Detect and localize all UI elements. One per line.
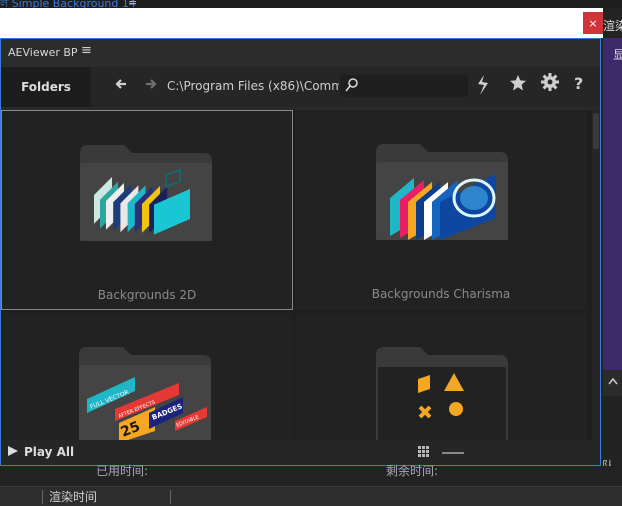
folder-tile[interactable]: Backgrounds Charisma: [295, 110, 587, 310]
render-time-label: 渲染时间: [49, 490, 98, 504]
folder-thumbnail: [376, 347, 508, 440]
search-icon: [345, 77, 359, 97]
panel-title: AEViewer BP: [8, 46, 78, 59]
panel-titlebar: AEViewer BP ≡: [1, 39, 600, 67]
expand-icon[interactable]: [603, 370, 622, 396]
forward-arrow-icon[interactable]: [144, 77, 158, 95]
thumbnail-size-slider[interactable]: [442, 452, 464, 454]
host-side-panel: [603, 38, 622, 370]
host-side-label-2: 显: [613, 48, 622, 62]
folder-grid: Backgrounds 2D Backgrounds Charisma FULL…: [1, 110, 592, 440]
folder-tile[interactable]: Backgrounds 2D: [1, 110, 293, 310]
divider: [170, 490, 171, 504]
panel-menu-icon[interactable]: ≡: [81, 43, 92, 58]
host-side-area: [603, 396, 622, 456]
elapsed-time-label: 已用时间:: [96, 464, 149, 478]
play-all-button[interactable]: Play All: [24, 445, 74, 459]
aeviewer-panel: AEViewer BP ≡ Folders C:\Program Files (…: [0, 38, 601, 466]
folder-tile[interactable]: [295, 313, 587, 440]
folder-thumbnail: FULL VECTOR AFTER EFFECTS 25 BADGES EDIT…: [79, 347, 211, 440]
folder-tile[interactable]: FULL VECTOR AFTER EFFECTS 25 BADGES EDIT…: [1, 313, 293, 440]
star-icon[interactable]: [509, 74, 527, 97]
render-info-row: 已用时间: 剩余时间:: [0, 464, 622, 486]
scrollbar[interactable]: [592, 110, 600, 440]
grid-view-icon[interactable]: [418, 446, 430, 461]
close-button[interactable]: ×: [583, 12, 603, 34]
remaining-time-label: 剩余时间:: [386, 464, 439, 478]
host-menu-icon[interactable]: ≡: [128, 0, 137, 8]
tab-folders[interactable]: Folders: [1, 67, 91, 107]
host-title-strip: ল Simple Background 14 ≡: [0, 0, 622, 10]
status-bar: 渲染时间: [0, 486, 622, 506]
folder-label: Backgrounds 2D: [97, 288, 197, 302]
divider: [42, 490, 43, 504]
back-arrow-icon[interactable]: [114, 77, 128, 95]
toolbar: Folders C:\Program Files (x86)\Common Fi…: [1, 67, 600, 107]
help-icon[interactable]: ?: [574, 74, 583, 93]
gear-icon[interactable]: [541, 73, 559, 96]
scrollbar-thumb[interactable]: [593, 113, 599, 149]
folder-thumbnail: [80, 145, 212, 241]
host-white-bar: [0, 8, 603, 38]
folder-thumbnail: [376, 144, 508, 240]
path-field[interactable]: C:\Program Files (x86)\Common Files\Adob…: [167, 79, 339, 93]
play-icon[interactable]: [7, 445, 19, 460]
search-input[interactable]: [340, 75, 468, 97]
folder-label: Backgrounds Charisma: [371, 287, 511, 301]
flash-icon[interactable]: [475, 74, 491, 101]
host-side-label: 渲染: [603, 19, 622, 33]
bottom-bar: Play All: [1, 440, 600, 465]
host-side-strip: [603, 370, 622, 396]
